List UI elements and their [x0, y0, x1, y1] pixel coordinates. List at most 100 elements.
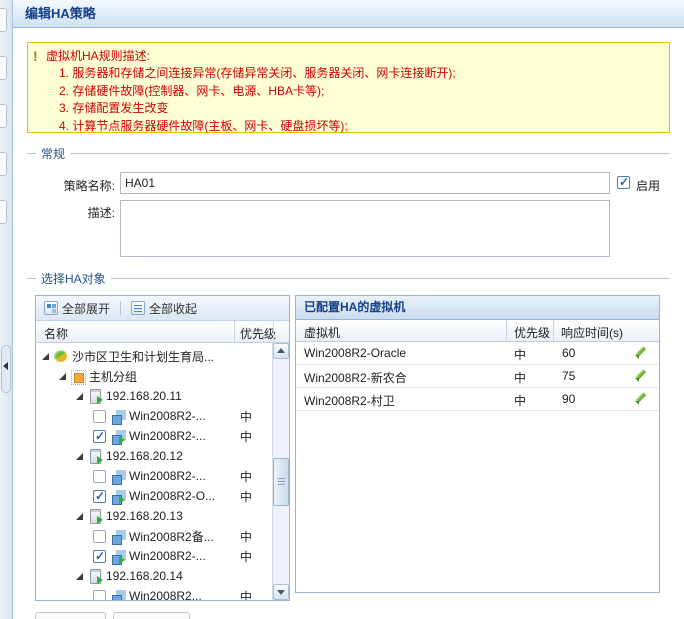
column-separator	[506, 320, 507, 341]
tree-node[interactable]: Win2008R2备... 中	[36, 526, 272, 546]
tree-node[interactable]: 沙市区卫生和计划生育局...	[36, 346, 272, 366]
priority-cell: 中	[514, 392, 526, 409]
notice-heading: 虚拟机HA规则描述:	[46, 48, 661, 65]
warning-icon	[33, 48, 43, 64]
tree-node[interactable]: 主机分组	[36, 366, 272, 386]
collapse-all-label: 全部收起	[149, 300, 197, 317]
panel-edge-tab	[0, 152, 7, 176]
panel-collapse-handle[interactable]	[1, 345, 11, 393]
edit-pencil-icon[interactable]	[634, 369, 648, 383]
legend-line	[111, 278, 670, 279]
vm-icon	[110, 589, 126, 601]
vm-running-icon	[110, 549, 126, 564]
screen: 编辑HA策略 虚拟机HA规则描述: 1. 服务器和存储之间连接异常(存储异常关闭…	[0, 0, 684, 619]
vm-column-header: 虚拟机	[304, 324, 340, 341]
tree-node[interactable]: Win2008R2-...中	[36, 546, 272, 566]
priority-cell: 中	[514, 369, 526, 386]
host-icon	[87, 509, 103, 524]
host-icon	[87, 449, 103, 464]
notice-rule: 3. 存储配置发生改变	[46, 100, 661, 118]
tree-node-checkbox[interactable]	[93, 490, 106, 503]
scroll-down-button[interactable]	[273, 584, 289, 600]
response-time-cell: 90	[562, 392, 575, 406]
collapse-arrow-icon	[3, 362, 8, 370]
tree-node-label: Win2008R2-...	[129, 429, 206, 443]
window-titlebar: 编辑HA策略	[13, 0, 684, 28]
policy-name-input[interactable]	[120, 172, 610, 194]
expander-icon[interactable]	[59, 373, 66, 380]
panel-edge-tab	[0, 8, 7, 32]
tree-scrollbar[interactable]	[272, 343, 289, 600]
vm-name-cell: Win2008R2-新农合	[304, 369, 407, 386]
tree-node[interactable]: 192.168.20.13	[36, 506, 272, 526]
tree-node[interactable]: Win2008R2...中	[36, 586, 272, 600]
tree-node-label: 192.168.20.13	[106, 509, 183, 523]
tree-node-checkbox[interactable]	[93, 590, 106, 601]
response-time-column-header: 响应时间(s)	[561, 324, 623, 341]
general-legend-text: 常规	[36, 145, 70, 162]
vm-icon	[110, 409, 126, 424]
notice-rule: 1. 服务器和存储之间连接异常(存储异常关闭、服务器关闭、网卡连接断开);	[46, 65, 661, 83]
expander-icon[interactable]	[76, 453, 83, 460]
tree-node-priority: 中	[240, 428, 252, 445]
tree-toolbar: 全部展开 全部收起	[36, 296, 289, 321]
policy-name-label: 策略名称:	[27, 177, 115, 194]
panel-edge-tab	[0, 200, 7, 224]
response-time-cell: 60	[562, 346, 575, 360]
tree-node[interactable]: 192.168.20.14	[36, 566, 272, 586]
edit-pencil-icon[interactable]	[634, 392, 648, 406]
enable-label: 启用	[636, 177, 660, 194]
expand-all-button[interactable]: 全部展开	[39, 298, 115, 319]
tree-node-label: Win2008R2-...	[129, 549, 206, 563]
tree-node[interactable]: Win2008R2-O...中	[36, 486, 272, 506]
scroll-up-button[interactable]	[273, 343, 289, 359]
tree-body: 沙市区卫生和计划生育局...主机分组192.168.20.11 Win2008R2…	[36, 343, 289, 600]
expander-icon[interactable]	[76, 513, 83, 520]
tree-node[interactable]: Win2008R2-...中	[36, 466, 272, 486]
priority-column-header: 优先级	[240, 325, 276, 342]
general-section-legend: 常规	[27, 146, 670, 160]
ha-objects-legend-text: 选择HA对象	[36, 270, 111, 287]
column-separator	[273, 321, 274, 342]
column-separator	[553, 320, 554, 341]
tree-node-priority: 中	[240, 528, 252, 545]
description-label: 描述:	[27, 204, 115, 221]
tree-node-label: Win2008R2备...	[129, 528, 214, 545]
collapse-all-button[interactable]: 全部收起	[126, 298, 202, 319]
panel-edge-tab	[0, 56, 7, 80]
vm-running-icon	[110, 429, 126, 444]
notice-rule: 4. 计算节点服务器硬件故障(主板、网卡、硬盘损坏等);	[46, 118, 661, 136]
ha-tree-panel: 全部展开 全部收起 名称 优先级 沙市区卫生和计划生育局...主机分组192.1…	[35, 295, 290, 601]
enable-checkbox[interactable]	[617, 176, 630, 189]
tree-node-checkbox[interactable]	[93, 410, 106, 423]
tree-column-header: 名称 优先级	[36, 321, 289, 343]
datacenter-icon	[53, 349, 69, 364]
ha-rules-notice: 虚拟机HA规则描述: 1. 服务器和存储之间连接异常(存储异常关闭、服务器关闭、…	[27, 42, 670, 133]
panel-edge-tab	[0, 104, 7, 128]
expander-icon[interactable]	[76, 393, 83, 400]
edit-pencil-icon[interactable]	[634, 346, 648, 360]
expander-icon[interactable]	[76, 573, 83, 580]
tree-node-priority: 中	[240, 588, 252, 601]
priority-cell: 中	[514, 346, 526, 363]
tree-node[interactable]: Win2008R2-... 中	[36, 426, 272, 446]
name-column-header: 名称	[44, 325, 68, 342]
scrollbar-thumb[interactable]	[273, 458, 289, 506]
tree-node-checkbox[interactable]	[93, 430, 106, 443]
edit-ha-policy-window: 编辑HA策略 虚拟机HA规则描述: 1. 服务器和存储之间连接异常(存储异常关闭…	[13, 0, 684, 619]
expand-all-icon	[44, 301, 58, 315]
tree-node-label: 192.168.20.12	[106, 449, 183, 463]
partial-button-right[interactable]	[113, 612, 190, 619]
edit-cell	[634, 392, 650, 408]
description-textarea[interactable]	[120, 200, 610, 257]
legend-line	[70, 153, 670, 154]
tree-node[interactable]: 192.168.20.12	[36, 446, 272, 466]
priority-column-header: 优先级	[514, 324, 550, 341]
partial-button-left[interactable]	[35, 612, 106, 619]
expander-icon[interactable]	[42, 353, 49, 360]
tree-node-checkbox[interactable]	[93, 470, 106, 483]
tree-node[interactable]: Win2008R2-...中	[36, 406, 272, 426]
tree-node-checkbox[interactable]	[93, 530, 106, 543]
tree-node-checkbox[interactable]	[93, 550, 106, 563]
tree-node[interactable]: 192.168.20.11	[36, 386, 272, 406]
